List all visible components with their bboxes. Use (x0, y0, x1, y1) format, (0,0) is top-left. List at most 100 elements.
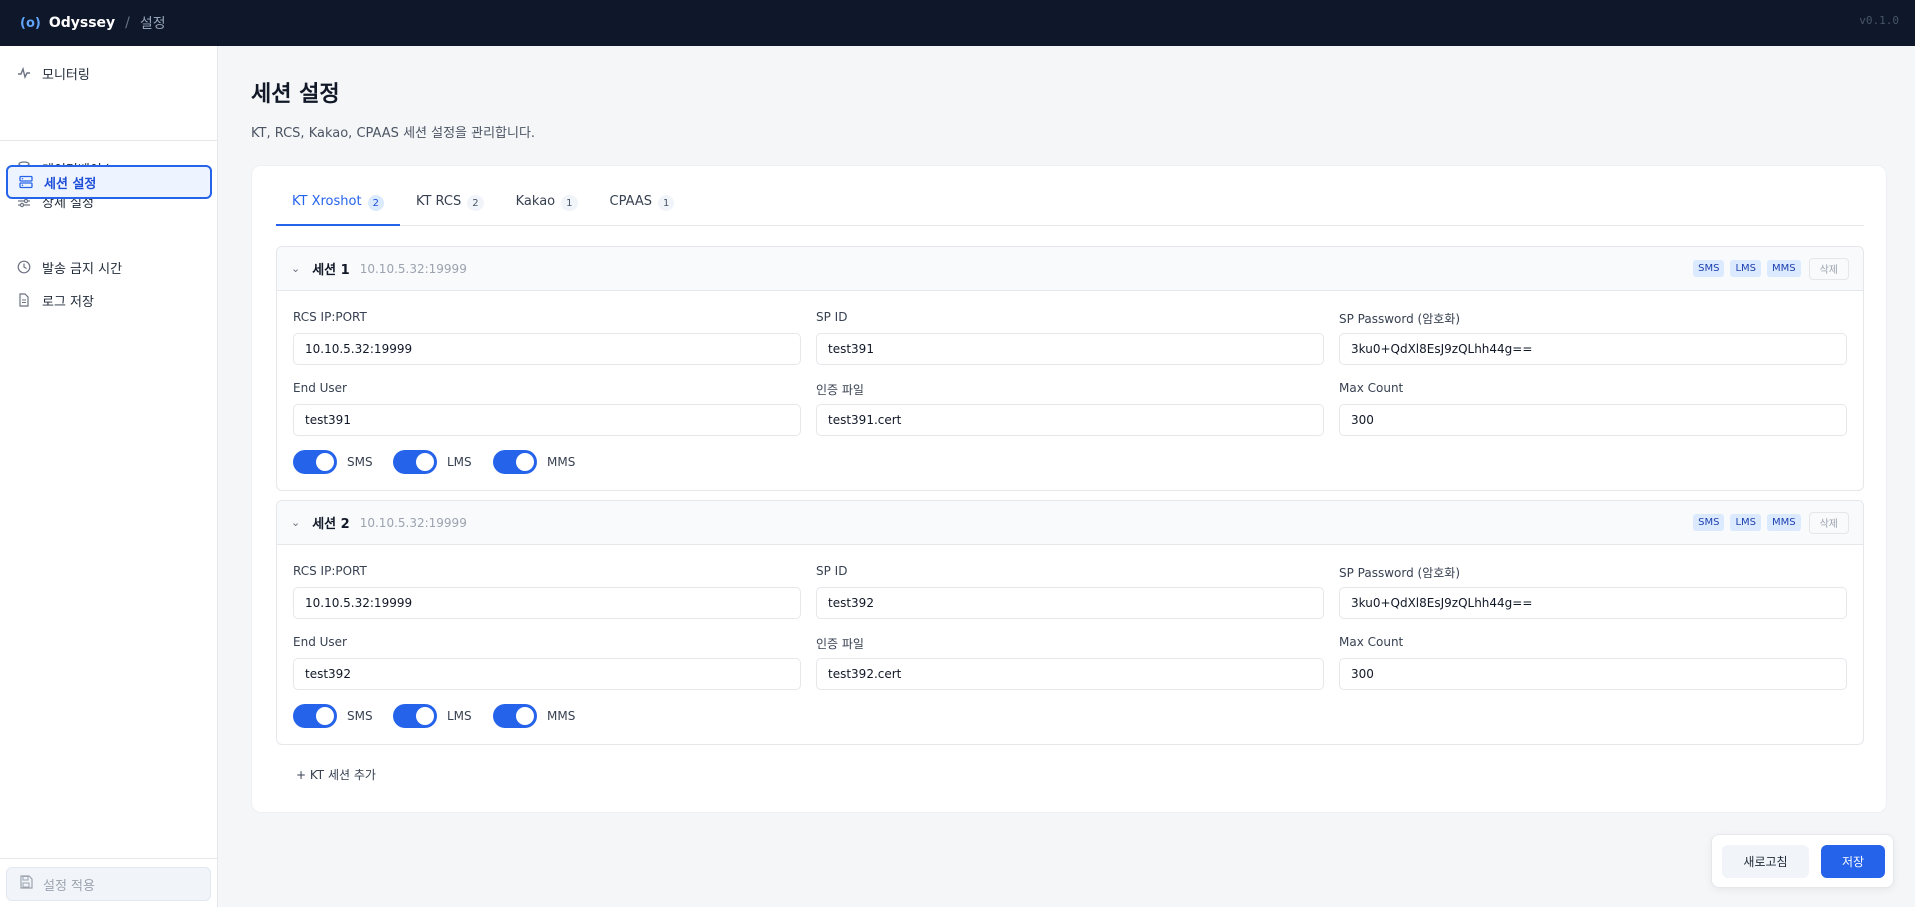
clock-icon (16, 259, 32, 275)
page-subtitle: KT, RCS, Kakao, CPAAS 세션 설정을 관리합니다. (251, 126, 536, 141)
end-user-input[interactable]: test392 (293, 658, 801, 690)
sp-id-input[interactable]: test392 (816, 587, 1324, 619)
toggle-switch[interactable] (493, 450, 537, 474)
sidebar-divider (0, 858, 218, 859)
mms-badge: MMS (1766, 514, 1801, 531)
max-count-label: Max Count (1339, 635, 1404, 649)
sp-id-label: SP ID (816, 310, 848, 324)
sidebar: 모니터링 데이터베이스 상세 설정 세션 설정 발송 금지 시간 로그 저장 (0, 46, 218, 907)
file-icon (16, 292, 32, 308)
sp-password-input[interactable]: 3ku0+QdXl8EsJ9zQLhh44g== (1339, 587, 1847, 619)
sidebar-item-session-settings[interactable]: 세션 설정 (6, 165, 212, 199)
mms-toggle[interactable]: MMS (493, 704, 575, 728)
mms-badge: MMS (1766, 260, 1801, 277)
max-count-label: Max Count (1339, 381, 1404, 395)
max-count-input[interactable]: 300 (1339, 404, 1847, 436)
sidebar-item-label: 발송 금지 시간 (42, 261, 123, 277)
refresh-button[interactable]: 새로고침 (1722, 845, 1809, 878)
version-label: v0.1.0 (1859, 14, 1899, 27)
sidebar-divider (0, 140, 218, 141)
session-badges: SMS LMS MMS 삭제 (1687, 257, 1849, 280)
apply-settings-label: 설정 적용 (43, 878, 95, 894)
activity-icon (16, 65, 32, 81)
rcs-ip-port-input[interactable]: 10.10.5.32:19999 (293, 333, 801, 365)
tab-label: KT Xroshot (292, 194, 362, 209)
toggle-switch[interactable] (293, 450, 337, 474)
breadcrumb-current: 설정 (139, 16, 166, 32)
mms-toggle[interactable]: MMS (493, 450, 575, 474)
toggle-label: MMS (547, 709, 576, 723)
toggle-switch[interactable] (393, 450, 437, 474)
server-icon (18, 174, 34, 190)
toggle-switch[interactable] (293, 704, 337, 728)
toggle-label: SMS (347, 455, 373, 469)
sp-id-input[interactable]: test391 (816, 333, 1324, 365)
sms-toggle[interactable]: SMS (293, 450, 373, 474)
sidebar-item-label: 로그 저장 (42, 294, 94, 310)
apply-settings-button[interactable]: 설정 적용 (6, 867, 211, 901)
tab-kt-rcs[interactable]: KT RCS 2 (400, 194, 500, 226)
end-user-input[interactable]: test391 (293, 404, 801, 436)
sp-id-label: SP ID (816, 564, 848, 578)
session-name: 세션 1 (312, 263, 350, 278)
sp-password-label: SP Password (암호화) (1339, 312, 1461, 326)
cert-file-label: 인증 파일 (816, 637, 864, 651)
chevron-down-icon[interactable]: ⌄ (291, 262, 300, 275)
session-address: 10.10.5.32:19999 (359, 515, 467, 530)
sms-badge: SMS (1693, 514, 1725, 531)
app-name[interactable]: Odyssey (49, 15, 115, 31)
tab-label: Kakao (515, 194, 556, 209)
sidebar-item-log-storage[interactable]: 로그 저장 (6, 283, 212, 317)
breadcrumb-separator: / (125, 15, 130, 31)
toggle-label: MMS (547, 455, 576, 469)
provider-tabs: KT Xroshot 2 KT RCS 2 Kakao 1 CPAAS 1 (276, 194, 1864, 226)
rcs-ip-port-label: RCS IP:PORT (293, 310, 367, 324)
tab-label: CPAAS (609, 194, 653, 209)
session-header[interactable]: ⌄ 세션 1 10.10.5.32:19999 SMS LMS MMS 삭제 (277, 247, 1863, 291)
sidebar-item-monitoring[interactable]: 모니터링 (6, 56, 212, 90)
rcs-ip-port-label: RCS IP:PORT (293, 564, 367, 578)
toggle-label: SMS (347, 709, 373, 723)
save-button[interactable]: 저장 (1821, 845, 1885, 878)
lms-toggle[interactable]: LMS (393, 450, 472, 474)
sidebar-item-label: 세션 설정 (44, 176, 97, 192)
rcs-ip-port-input[interactable]: 10.10.5.32:19999 (293, 587, 801, 619)
cert-file-label: 인증 파일 (816, 383, 864, 397)
lms-badge: LMS (1730, 260, 1761, 277)
max-count-input[interactable]: 300 (1339, 658, 1847, 690)
lms-toggle[interactable]: LMS (393, 704, 472, 728)
add-session-button[interactable]: + KT 세션 추가 (296, 766, 376, 783)
session-panel: ⌄ 세션 2 10.10.5.32:19999 SMS LMS MMS 삭제 R… (276, 500, 1864, 745)
toggle-label: LMS (447, 455, 472, 469)
toggle-label: LMS (447, 709, 472, 723)
tab-count-badge: 2 (467, 195, 484, 211)
sp-password-label: SP Password (암호화) (1339, 566, 1461, 580)
tab-count-badge: 1 (561, 195, 578, 211)
save-icon (19, 875, 33, 893)
tab-kt-xroshot[interactable]: KT Xroshot 2 (276, 194, 400, 226)
session-header[interactable]: ⌄ 세션 2 10.10.5.32:19999 SMS LMS MMS 삭제 (277, 501, 1863, 545)
tab-count-badge: 2 (367, 195, 384, 211)
lms-badge: LMS (1730, 514, 1761, 531)
sms-toggle[interactable]: SMS (293, 704, 373, 728)
cert-file-input[interactable]: test391.cert (816, 404, 1324, 436)
page-title: 세션 설정 (251, 82, 340, 107)
cert-file-input[interactable]: test392.cert (816, 658, 1324, 690)
session-name: 세션 2 (312, 517, 350, 532)
toggle-switch[interactable] (393, 704, 437, 728)
delete-session-button[interactable]: 삭제 (1808, 257, 1849, 280)
footer-actions: 새로고침 저장 (1711, 834, 1894, 888)
sp-password-input[interactable]: 3ku0+QdXl8EsJ9zQLhh44g== (1339, 333, 1847, 365)
tab-kakao[interactable]: Kakao 1 (500, 194, 594, 226)
toggle-switch[interactable] (493, 704, 537, 728)
end-user-label: End User (293, 381, 347, 395)
delete-session-button[interactable]: 삭제 (1808, 511, 1849, 534)
chevron-down-icon[interactable]: ⌄ (291, 516, 300, 529)
top-bar: (o) Odyssey / 설정 v0.1.0 (0, 0, 1915, 46)
session-address: 10.10.5.32:19999 (359, 261, 467, 276)
tab-label: KT RCS (415, 194, 462, 209)
session-badges: SMS LMS MMS 삭제 (1687, 511, 1849, 534)
end-user-label: End User (293, 635, 347, 649)
tab-cpaas[interactable]: CPAAS 1 (594, 194, 691, 226)
sidebar-item-blackout-time[interactable]: 발송 금지 시간 (6, 250, 212, 284)
